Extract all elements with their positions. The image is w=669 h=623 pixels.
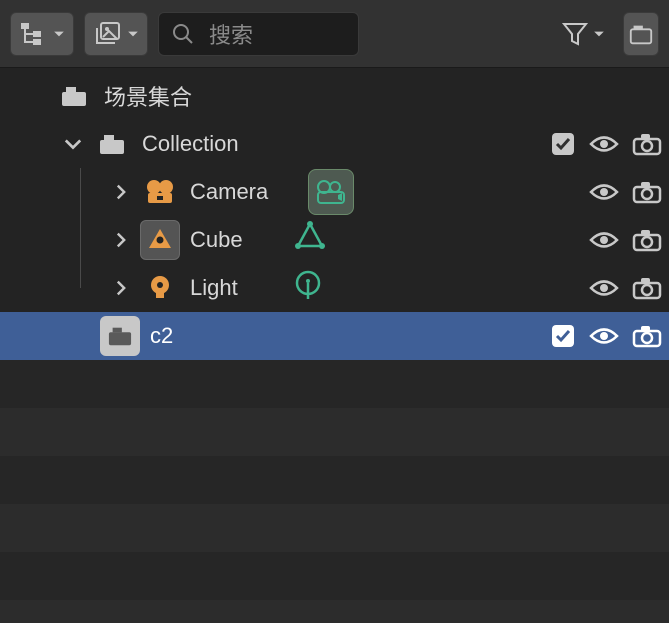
disclosure-toggle[interactable] bbox=[108, 179, 134, 205]
light-object-icon bbox=[140, 268, 180, 308]
disclosure-toggle[interactable] bbox=[108, 227, 134, 253]
outliner-tree: 场景集合 Collection bbox=[0, 68, 669, 360]
empty-rows-bg bbox=[0, 360, 669, 623]
images-icon bbox=[93, 21, 123, 47]
chevron-down-icon bbox=[127, 28, 139, 40]
exclude-checkbox-icon[interactable] bbox=[549, 130, 577, 158]
new-collection-button[interactable] bbox=[623, 12, 659, 56]
view-mode-button[interactable] bbox=[84, 12, 148, 56]
search-placeholder: 搜索 bbox=[209, 18, 253, 50]
visibility-eye-icon[interactable] bbox=[589, 325, 619, 347]
camera-row[interactable]: Camera bbox=[0, 168, 669, 216]
collection-icon bbox=[100, 316, 140, 356]
camera-label: Camera bbox=[190, 179, 268, 205]
collection-label: Collection bbox=[142, 131, 239, 157]
search-icon bbox=[171, 22, 195, 46]
hierarchy-icon bbox=[19, 21, 49, 47]
c2-collection-row[interactable]: c2 bbox=[0, 312, 669, 360]
render-camera-icon[interactable] bbox=[631, 324, 663, 348]
visibility-eye-icon[interactable] bbox=[589, 277, 619, 299]
filter-button[interactable] bbox=[553, 12, 613, 56]
render-camera-icon[interactable] bbox=[631, 228, 663, 252]
new-collection-icon bbox=[628, 21, 654, 47]
render-camera-icon[interactable] bbox=[631, 276, 663, 300]
scene-collection-label: 场景集合 bbox=[104, 80, 192, 112]
chevron-down-icon bbox=[53, 28, 65, 40]
visibility-eye-icon[interactable] bbox=[589, 181, 619, 203]
search-input[interactable]: 搜索 bbox=[158, 12, 359, 56]
disclosure-toggle[interactable] bbox=[108, 275, 134, 301]
funnel-icon bbox=[561, 20, 589, 48]
cube-label: Cube bbox=[190, 227, 243, 253]
light-data-icon[interactable] bbox=[292, 269, 324, 307]
mesh-data-icon[interactable] bbox=[293, 220, 327, 260]
camera-data-icon[interactable] bbox=[308, 169, 354, 215]
light-label: Light bbox=[190, 275, 238, 301]
exclude-checkbox-icon[interactable] bbox=[549, 322, 577, 350]
cube-row[interactable]: Cube bbox=[0, 216, 669, 264]
collection-icon bbox=[54, 76, 94, 116]
c2-label: c2 bbox=[150, 323, 173, 349]
scene-collection-row[interactable]: 场景集合 bbox=[0, 72, 669, 120]
chevron-down-icon bbox=[593, 28, 605, 40]
visibility-eye-icon[interactable] bbox=[589, 229, 619, 251]
outliner-toolbar: 搜索 bbox=[0, 0, 669, 68]
render-camera-icon[interactable] bbox=[631, 180, 663, 204]
collection-row[interactable]: Collection bbox=[0, 120, 669, 168]
render-camera-icon[interactable] bbox=[631, 132, 663, 156]
collection-icon bbox=[92, 124, 132, 164]
light-row[interactable]: Light bbox=[0, 264, 669, 312]
mesh-object-icon bbox=[140, 220, 180, 260]
camera-object-icon bbox=[140, 172, 180, 212]
visibility-eye-icon[interactable] bbox=[589, 133, 619, 155]
disclosure-toggle[interactable] bbox=[60, 131, 86, 157]
display-mode-button[interactable] bbox=[10, 12, 74, 56]
